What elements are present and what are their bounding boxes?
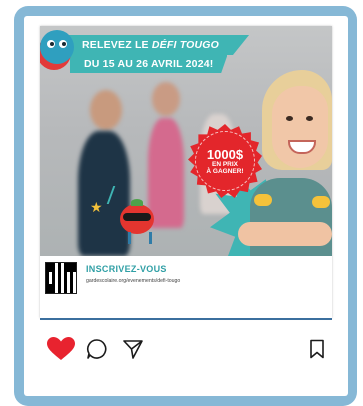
- qr-code: [45, 262, 77, 294]
- mascot-eye: [59, 40, 67, 48]
- girl-eye: [306, 116, 313, 121]
- mascot-mask: [123, 213, 151, 221]
- post-divider: [40, 318, 332, 320]
- banner-line-1: RELEVEZ LE DÉFI TOUGO: [48, 35, 250, 55]
- banner-line-2: DU 15 AU 26 AVRIL 2024!: [70, 55, 228, 73]
- star-icon: ★: [90, 199, 103, 215]
- share-icon: [123, 340, 143, 359]
- girl-arms: [238, 222, 332, 246]
- post-footer: INSCRIVEZ-VOUS gardescolaire.org/eveneme…: [40, 256, 332, 318]
- share-button[interactable]: [122, 338, 144, 360]
- banner-prefix: RELEVEZ LE: [82, 39, 152, 51]
- mascot-eye: [47, 40, 55, 48]
- mascot-avatar: [40, 30, 74, 64]
- banner-emphasis: DÉFI TOUGO: [151, 39, 220, 51]
- mascot-legs: [128, 232, 152, 244]
- badge-ring: [195, 131, 255, 191]
- tomato-mascot: [120, 199, 154, 234]
- comment-icon: [86, 339, 107, 359]
- signup-url: gardescolaire.org/evenements/defi-tougo: [86, 278, 181, 284]
- post-image[interactable]: 1000$ EN PRIX À GAGNER! ★ RELEVEZ LE DÉF…: [40, 26, 332, 318]
- like-button[interactable]: [46, 336, 76, 362]
- banner-dates: DU 15 AU 26 AVRIL 2024!: [84, 58, 214, 70]
- save-button[interactable]: [306, 338, 328, 360]
- comment-button[interactable]: [86, 338, 108, 360]
- girl-eye: [286, 116, 293, 121]
- blurred-child-head: [152, 82, 180, 116]
- signup-cta: INSCRIVEZ-VOUS: [86, 264, 167, 274]
- bookmark-icon: [310, 339, 324, 359]
- girl-face: [272, 86, 328, 168]
- blurred-child: [148, 118, 184, 228]
- girl-smile: [288, 140, 316, 154]
- blurred-child-head: [90, 90, 122, 130]
- heart-icon: [47, 337, 75, 360]
- photo-background: 1000$ EN PRIX À GAGNER! ★ RELEVEZ LE DÉF…: [40, 26, 332, 256]
